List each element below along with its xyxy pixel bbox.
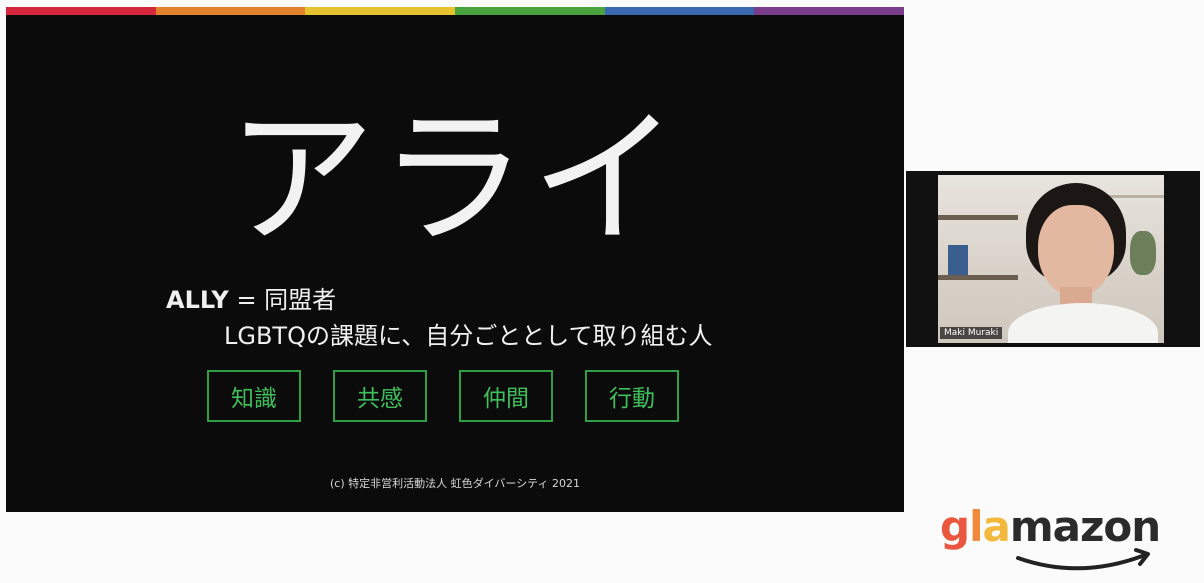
screen: アライ ALLY = 同盟者 LGBTQの課題に、自分ごととして取り組む人 知識… (0, 0, 1204, 583)
rainbow-segment (604, 7, 755, 15)
background-wall-line (1104, 195, 1164, 198)
background-plant (1130, 231, 1156, 275)
keyword-boxes: 知識 共感 仲間 行動 (207, 370, 679, 422)
keyword-box-knowledge: 知識 (207, 370, 301, 422)
keyword-box-action: 行動 (585, 370, 679, 422)
rainbow-segment (754, 7, 904, 15)
ally-equals-text: = 同盟者 (228, 286, 337, 314)
slide-copyright: (c) 特定非営利活動法人 虹色ダイバーシティ 2021 (329, 477, 580, 490)
ally-definition-text: LGBTQの課題に、自分ごととして取り組む人 (224, 322, 713, 350)
participant-video-feed (938, 175, 1164, 343)
ally-label: ALLY (166, 286, 229, 314)
presentation-slide: アライ ALLY = 同盟者 LGBTQの課題に、自分ごととして取り組む人 知識… (6, 7, 904, 512)
participant-shirt (1008, 303, 1158, 343)
keyword-box-peers: 仲間 (459, 370, 553, 422)
participant-video-tile[interactable]: Maki Muraki (906, 171, 1200, 347)
background-shelf (938, 215, 1018, 220)
ally-definition-heading: ALLY = 同盟者 (166, 285, 336, 315)
participant-face (1038, 205, 1114, 297)
rainbow-segment (6, 7, 156, 15)
rainbow-segment (455, 7, 605, 15)
rainbow-bar (6, 7, 904, 15)
rainbow-segment (155, 7, 306, 15)
background-shelf (938, 275, 1018, 280)
smile-arrow-icon (1016, 548, 1150, 571)
slide-title: アライ (227, 93, 683, 265)
participant-name-tag: Maki Muraki (940, 327, 1003, 339)
keyword-box-empathy: 共感 (333, 370, 427, 422)
glamazon-logo: glamazon (940, 500, 1190, 575)
background-books (948, 245, 968, 275)
rainbow-segment (305, 7, 456, 15)
